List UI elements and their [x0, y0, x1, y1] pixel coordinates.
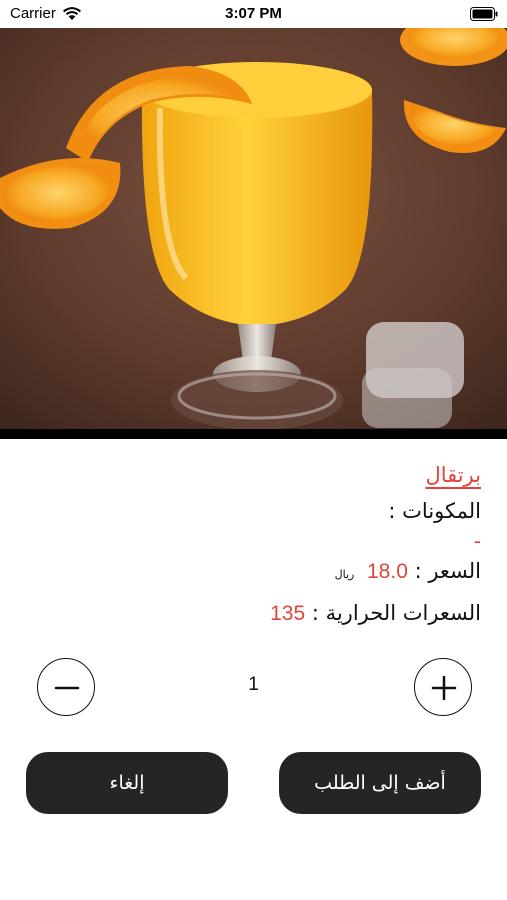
calories-label: السعرات الحرارية : [311, 601, 481, 625]
status-bar: Carrier 3:07 PM [0, 0, 507, 28]
price-row: السعر : 18.0 ريال [31, 552, 481, 594]
increase-quantity-button[interactable] [414, 658, 472, 716]
price-value: 18.0 [367, 560, 408, 583]
plus-icon [431, 675, 457, 701]
quantity-stepper: 1 [0, 658, 507, 716]
currency-label: ريال [334, 568, 355, 581]
battery-icon [470, 7, 498, 21]
ingredients-label: المكونات : [388, 499, 481, 523]
item-details: برتقال المكونات : - السعر : 18.0 ريال ال… [31, 458, 481, 633]
calories-value: 135 [270, 602, 306, 625]
clock: 3:07 PM [225, 5, 282, 22]
ingredients-value: - [473, 529, 481, 553]
cancel-button[interactable]: إلغاء [26, 752, 228, 814]
add-to-order-button[interactable]: أضف إلى الطلب [279, 752, 481, 814]
calories-row: السعرات الحرارية : 135 [31, 594, 481, 633]
image-divider [0, 429, 507, 439]
orange-juice-photo [0, 28, 507, 432]
price-label: السعر : [414, 559, 481, 583]
item-name: برتقال [425, 463, 481, 487]
